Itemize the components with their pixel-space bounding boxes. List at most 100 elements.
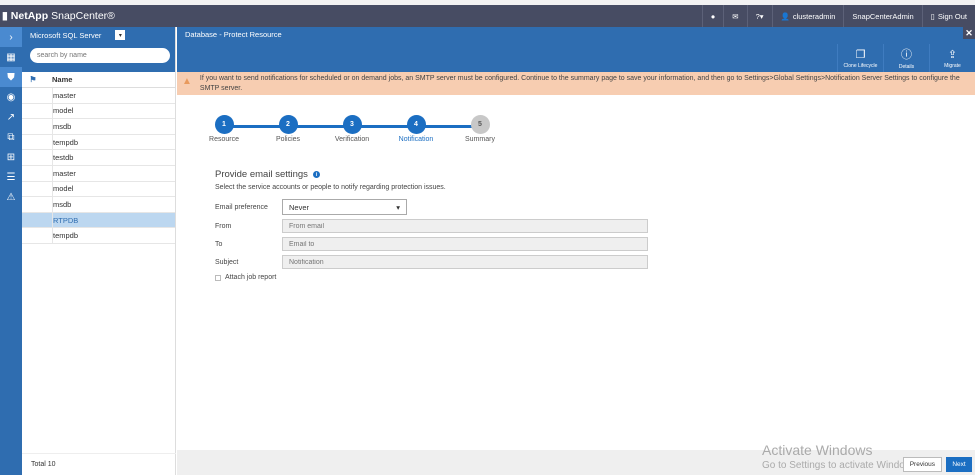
step-label: Notification: [398, 136, 434, 143]
mail-icon[interactable]: ✉: [723, 5, 746, 27]
smtp-warning-banner: ▲ If you want to send notifications for s…: [177, 72, 975, 95]
warning-icon: ▲: [182, 76, 192, 87]
logo: ▮ NetApp SnapCenter®: [0, 10, 115, 22]
item-name: model: [52, 181, 73, 197]
close-icon[interactable]: ✕: [963, 27, 975, 39]
help-icon[interactable]: ?▾: [746, 5, 772, 27]
step-policies[interactable]: 2 Policies: [258, 115, 318, 143]
item-name: tempdb: [52, 134, 78, 150]
list-item[interactable]: tempdb: [22, 228, 175, 244]
step-notification[interactable]: 4 Notification: [386, 115, 446, 143]
item-name: RTPDB: [52, 212, 78, 228]
reports-chart-icon[interactable]: ↗: [0, 107, 22, 127]
item-name: master: [52, 165, 76, 181]
step-number: 3: [342, 115, 362, 134]
step-resource[interactable]: 1 Resource: [194, 115, 254, 143]
username: clusteradmin: [792, 11, 836, 21]
tool-label: Migrate: [944, 62, 961, 69]
list-item[interactable]: msdb: [22, 119, 175, 135]
item-name: tempdb: [52, 228, 78, 243]
checkbox-box[interactable]: [215, 274, 221, 281]
notifications-bell-icon[interactable]: ●: [701, 5, 724, 27]
to-input[interactable]: [282, 237, 648, 251]
from-input[interactable]: [282, 219, 648, 233]
user-menu[interactable]: 👤 clusteradmin: [771, 5, 844, 27]
sign-out-icon: ▯: [930, 11, 935, 21]
item-name: msdb: [52, 119, 71, 134]
search-input[interactable]: [30, 48, 170, 63]
info-icon[interactable]: i: [312, 171, 320, 178]
attach-label: Attach job report: [225, 274, 277, 281]
list-item[interactable]: tempdb: [22, 134, 175, 151]
info-icon: ⓘ: [901, 49, 912, 61]
list-item[interactable]: testdb: [22, 150, 175, 166]
resource-sidebar: Microsoft SQL Server▾ ⚑Name mastermodelm…: [22, 27, 176, 475]
item-name: msdb: [52, 197, 71, 212]
caret-down-icon: ▾: [396, 202, 400, 212]
nav-rail: › ▦ ⛊ ◉ ↗ ⧉ ⊞ ☰ ⚠: [0, 27, 22, 475]
product-name: SnapCenter®: [51, 10, 115, 22]
step-summary[interactable]: 5 Summary: [450, 115, 510, 143]
netapp-logo-icon: ▮: [2, 10, 8, 22]
flag-icon[interactable]: ⚑: [22, 75, 44, 84]
plugin-dropdown-icon[interactable]: ▾: [115, 30, 126, 40]
list-item[interactable]: RTPDB: [22, 212, 175, 229]
step-label: Resource: [209, 136, 239, 143]
step-label: Verification: [334, 136, 370, 143]
list-item[interactable]: master: [22, 165, 175, 182]
clone-icon: ❐: [855, 48, 866, 61]
step-number: 2: [278, 115, 298, 134]
expand-chevron-icon[interactable]: ›: [0, 27, 22, 47]
item-name: model: [52, 103, 73, 119]
sign-out-button[interactable]: ▯ Sign Out: [921, 5, 975, 27]
step-verification[interactable]: 3 Verification: [322, 115, 382, 143]
column-name[interactable]: Name: [44, 75, 72, 84]
clone-lifecycle-button[interactable]: ❐ Clone Lifecycle: [837, 44, 883, 72]
tool-label: Details: [898, 64, 915, 70]
storage-icon[interactable]: ⊞: [0, 147, 22, 167]
attach-job-report-checkbox[interactable]: Attach job report: [215, 274, 276, 281]
next-button[interactable]: Next: [946, 457, 972, 472]
list-item[interactable]: msdb: [22, 197, 175, 213]
subject-label: Subject: [215, 258, 239, 266]
email-settings-form: Provide email settings i Select the servi…: [215, 169, 648, 281]
page-title: Database - Protect Resource: [185, 30, 282, 39]
list-item[interactable]: model: [22, 103, 175, 120]
wizard-footer: Activate Windows Go to Settings to activ…: [177, 442, 975, 475]
migrate-button[interactable]: ⇪ Migrate: [929, 44, 975, 72]
details-button[interactable]: ⓘ Details: [883, 44, 929, 72]
resources-shield-icon[interactable]: ⛊: [0, 67, 22, 87]
section-desc: Select the service accounts or people to…: [215, 184, 446, 191]
user-icon: 👤: [780, 11, 790, 21]
from-label: From: [215, 222, 232, 230]
activate-windows-subtext: Go to Settings to activate Windows.: [762, 460, 920, 471]
settings-icon[interactable]: ☰: [0, 167, 22, 187]
monitor-icon[interactable]: ◉: [0, 87, 22, 107]
tool-label: Clone Lifecycle: [843, 62, 878, 69]
step-label: Policies: [275, 136, 301, 143]
step-number: 1: [214, 115, 234, 134]
warning-text: If you want to send notifications for sc…: [199, 75, 960, 92]
previous-button[interactable]: Previous: [902, 457, 942, 472]
list-item[interactable]: model: [22, 181, 175, 198]
email-preference-label: Email preference: [215, 203, 268, 211]
item-name: master: [52, 88, 76, 103]
alerts-icon[interactable]: ⚠: [0, 187, 22, 207]
top-header: ▮ NetApp SnapCenter® ● ✉ ?▾ 👤 clusteradmin …: [0, 5, 975, 27]
total-count: Total 10: [22, 453, 176, 475]
list-item[interactable]: master: [22, 88, 175, 104]
section-title: Provide email settings: [215, 169, 308, 180]
item-name: testdb: [52, 150, 73, 165]
dashboard-grid-icon[interactable]: ▦: [0, 47, 22, 67]
step-number: 4: [406, 115, 426, 134]
activate-windows-watermark: Activate Windows: [762, 442, 873, 458]
list-header: ⚑ Name: [22, 72, 175, 88]
subject-input[interactable]: [282, 255, 648, 269]
selected-value: Never: [289, 202, 310, 212]
wizard-steps: 1 Resource 2 Policies 3 Verification 4 Notifica…: [197, 115, 497, 155]
migrate-icon: ⇪: [947, 48, 958, 61]
to-label: To: [215, 240, 223, 248]
role[interactable]: SnapCenterAdmin: [843, 5, 921, 27]
hosts-icon[interactable]: ⧉: [0, 127, 22, 147]
email-preference-select[interactable]: Never ▾: [282, 199, 407, 215]
